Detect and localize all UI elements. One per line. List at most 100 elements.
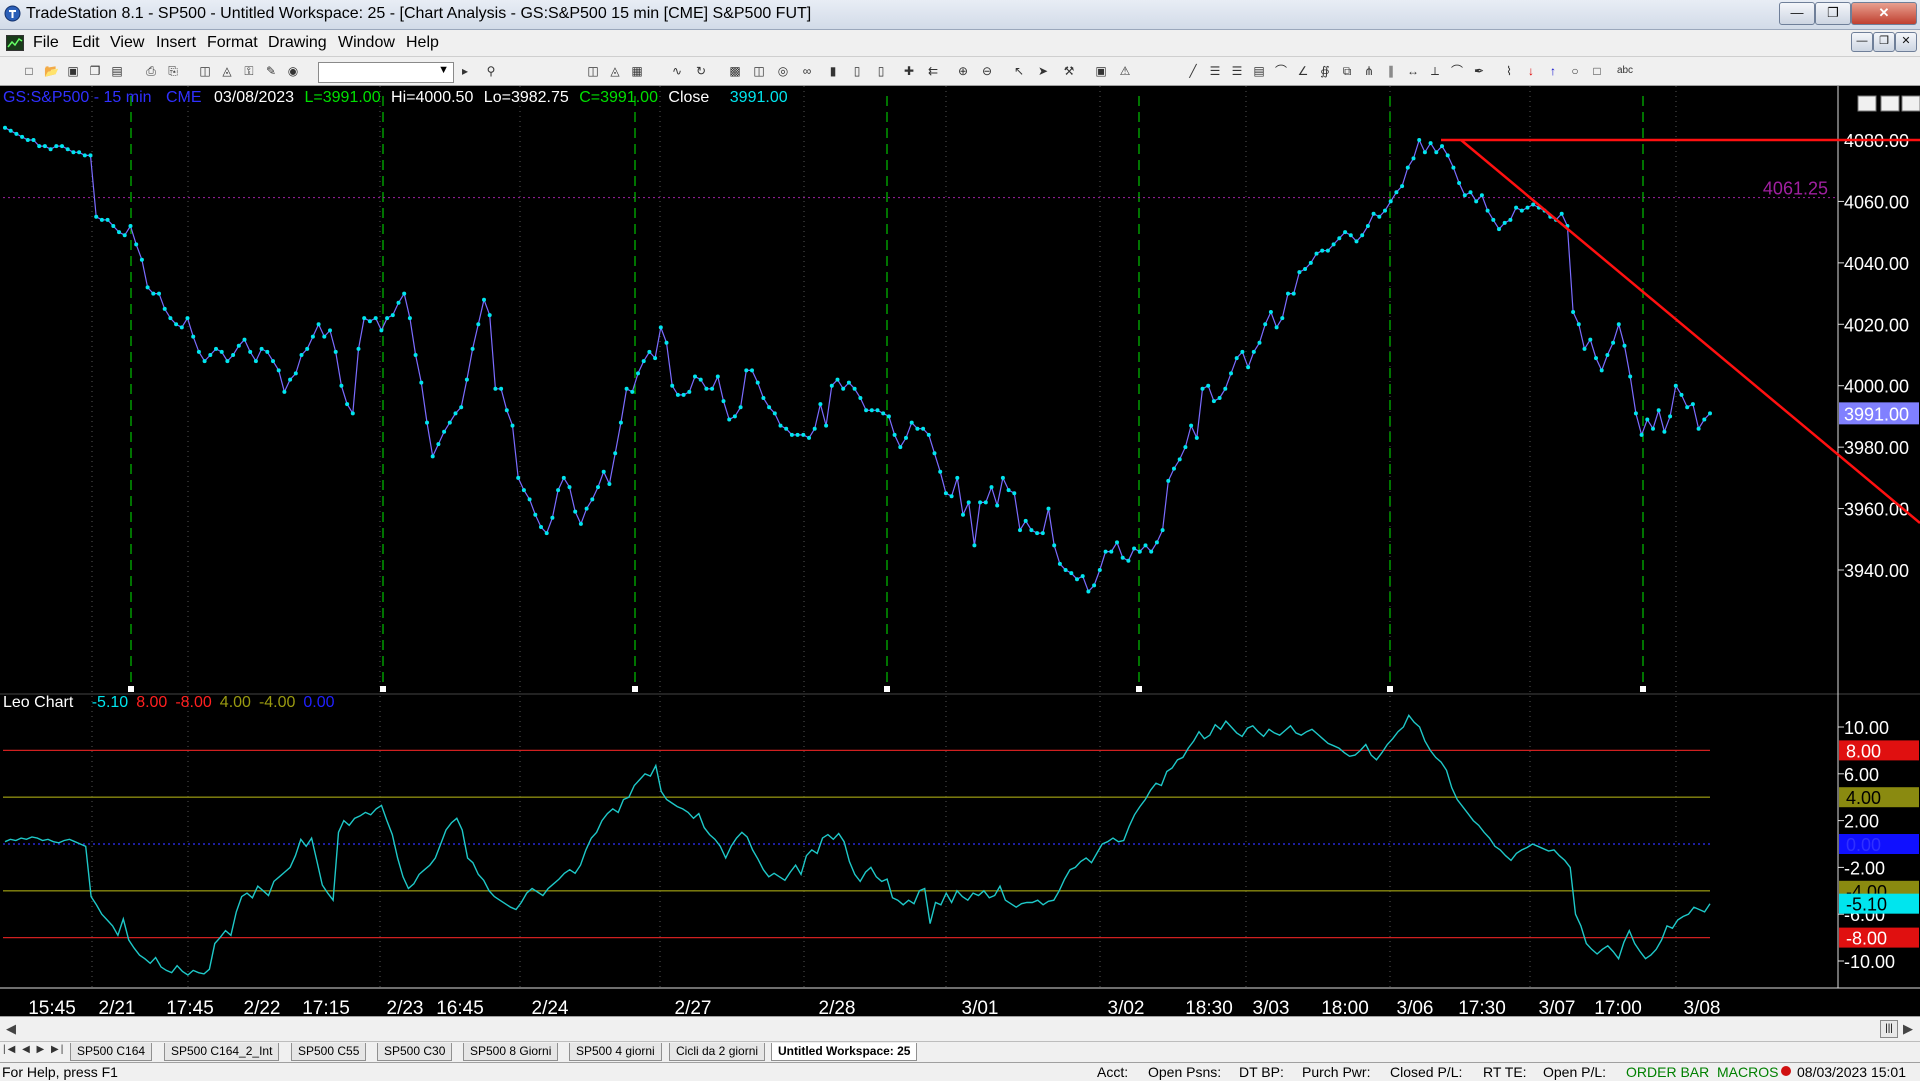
channel-icon[interactable]: ▤	[1252, 64, 1266, 78]
angle-icon[interactable]: ∠	[1296, 64, 1310, 78]
paint-icon[interactable]: ✎	[264, 64, 278, 78]
brush-icon[interactable]: ✒	[1472, 64, 1486, 78]
price-point	[1594, 356, 1598, 361]
menu-view[interactable]: View	[110, 34, 144, 52]
alert-icon[interactable]: ⚠	[1118, 64, 1132, 78]
new-file-icon[interactable]: □	[22, 64, 36, 78]
panel-restore-button[interactable]	[1880, 95, 1900, 112]
scroll-right-icon[interactable]: ▶	[1903, 1021, 1913, 1037]
arc-icon[interactable]: ⌒	[1274, 64, 1288, 78]
zoom-toolbar-icon[interactable]: ⚲	[484, 64, 498, 78]
day-break-marker[interactable]	[380, 686, 386, 692]
tab-nav-icons[interactable]: |◀ ◀ ▶ ▶|	[3, 1044, 65, 1055]
price-point	[1508, 217, 1513, 222]
speed-icon[interactable]: ∯	[1318, 64, 1332, 78]
palette-icon[interactable]: ◉	[286, 64, 300, 78]
cursor-icon[interactable]: ⇇	[926, 64, 940, 78]
grid-icon[interactable]: ▦	[630, 64, 644, 78]
strategy-icon[interactable]: ▣	[1094, 64, 1108, 78]
workspace-tab[interactable]: SP500 C164_2_Int	[164, 1043, 280, 1061]
rectangle-icon[interactable]: □	[1590, 64, 1604, 78]
pointer-icon[interactable]: ↖	[1012, 64, 1026, 78]
arrow-right-icon[interactable]: ▸	[458, 64, 472, 78]
cycle-icon[interactable]: ⌒	[1450, 64, 1464, 78]
gann-icon[interactable]: ⧉	[1340, 64, 1354, 78]
curve-icon[interactable]: ⌇	[1502, 64, 1516, 78]
export-icon[interactable]: ▤	[110, 64, 124, 78]
trendline-tool-icon[interactable]: ╱	[1186, 64, 1200, 78]
menu-window[interactable]: Window	[338, 34, 395, 52]
workspace-tab[interactable]: SP500 C55	[291, 1043, 367, 1061]
restore-button[interactable]: ❐	[1815, 2, 1851, 25]
mdi-minimize-button[interactable]: —	[1851, 32, 1873, 52]
mdi-restore-button[interactable]: ❐	[1873, 32, 1895, 52]
menu-format[interactable]: Format	[207, 34, 258, 52]
mdi-close-button[interactable]: ✕	[1895, 32, 1917, 52]
zoom-out-icon[interactable]: ⊖	[980, 64, 994, 78]
window-icon[interactable]: ◫	[198, 64, 212, 78]
window3-icon[interactable]: ◫	[752, 64, 766, 78]
pitchfork-icon[interactable]: ⋔	[1362, 64, 1376, 78]
copy-icon[interactable]: ❐	[88, 64, 102, 78]
menu-insert[interactable]: Insert	[156, 34, 196, 52]
pointer2-icon[interactable]: ➤	[1036, 64, 1050, 78]
chart-window-icon[interactable]	[6, 35, 24, 51]
menu-help[interactable]: Help	[406, 34, 439, 52]
macros-button[interactable]: MACROS	[1717, 1064, 1778, 1080]
fan-icon[interactable]: ⟂	[1428, 64, 1442, 78]
wave-icon[interactable]: ∿	[670, 64, 684, 78]
day-break-marker[interactable]	[1136, 686, 1142, 692]
down-arrow-icon[interactable]: ↓	[1524, 64, 1538, 78]
tools-icon[interactable]: ⚒	[1062, 64, 1076, 78]
save-icon[interactable]: ▣	[66, 64, 80, 78]
ellipse-icon[interactable]: ○	[1568, 64, 1582, 78]
order-bar-button[interactable]: ORDER BAR	[1626, 1064, 1709, 1080]
workspace-tab[interactable]: Untitled Workspace: 25	[771, 1043, 918, 1061]
workspace-tab[interactable]: SP500 4 giorni	[569, 1043, 662, 1061]
lines-icon[interactable]: ☰	[1230, 64, 1244, 78]
lock-icon[interactable]: ⚿	[242, 64, 256, 78]
window2-icon[interactable]: ◬	[220, 64, 234, 78]
arrow-both-icon[interactable]: ↔	[1406, 64, 1420, 78]
panel-close-button[interactable]	[1901, 95, 1920, 112]
day-break-marker[interactable]	[128, 686, 134, 692]
format-icon[interactable]: ◫	[586, 64, 600, 78]
panel-minimize-button[interactable]	[1857, 95, 1877, 112]
zoom-in-icon[interactable]: ⊕	[956, 64, 970, 78]
up-arrow-icon[interactable]: ↑	[1546, 64, 1560, 78]
day-break-marker[interactable]	[1640, 686, 1646, 692]
chart-area[interactable]: 4061.254080.004060.004040.004020.004000.…	[0, 86, 1920, 1016]
hl-bar-icon[interactable]: ▯	[874, 64, 888, 78]
workspace-tab[interactable]: SP500 C164	[70, 1043, 153, 1061]
day-break-marker[interactable]	[632, 686, 638, 692]
print-preview-icon[interactable]: ⎘	[166, 64, 180, 78]
menu-file[interactable]: File	[33, 34, 59, 52]
world-icon[interactable]: ◎	[776, 64, 790, 78]
day-break-marker[interactable]	[1387, 686, 1393, 692]
fib-icon[interactable]: ☰	[1208, 64, 1222, 78]
close-button[interactable]: ✕	[1851, 2, 1917, 25]
candle-icon[interactable]: ▮	[826, 64, 840, 78]
workspace-tab[interactable]: SP500 8 Giorni	[463, 1043, 559, 1061]
refresh-icon[interactable]: ↻	[694, 64, 708, 78]
horizontal-scrollbar[interactable]: ◀ ||| ▶	[0, 1016, 1920, 1042]
parallel-icon[interactable]: ∥	[1384, 64, 1398, 78]
day-break-marker[interactable]	[884, 686, 890, 692]
scroll-thumb[interactable]: |||	[1880, 1020, 1898, 1038]
symbol-combo[interactable]: ▼	[318, 62, 454, 83]
minimize-button[interactable]: —	[1779, 2, 1815, 25]
chart-icon[interactable]: ▩	[728, 64, 742, 78]
cursor-cross-icon[interactable]: ✚	[902, 64, 916, 78]
menu-edit[interactable]: Edit	[72, 34, 100, 52]
scroll-left-icon[interactable]: ◀	[6, 1021, 16, 1037]
open-folder-icon[interactable]: 📂	[44, 64, 59, 78]
price-point	[516, 475, 521, 480]
workspace-tab[interactable]: Cicli da 2 giorni	[669, 1043, 766, 1061]
bar-icon[interactable]: ▯	[850, 64, 864, 78]
menu-drawing[interactable]: Drawing	[268, 34, 327, 52]
text-tool-icon[interactable]: abc	[1614, 64, 1636, 78]
workspace-tab[interactable]: SP500 C30	[377, 1043, 453, 1061]
link-icon[interactable]: ∞	[800, 64, 814, 78]
format2-icon[interactable]: ◬	[608, 64, 622, 78]
print-icon[interactable]: ⎙	[144, 64, 158, 78]
